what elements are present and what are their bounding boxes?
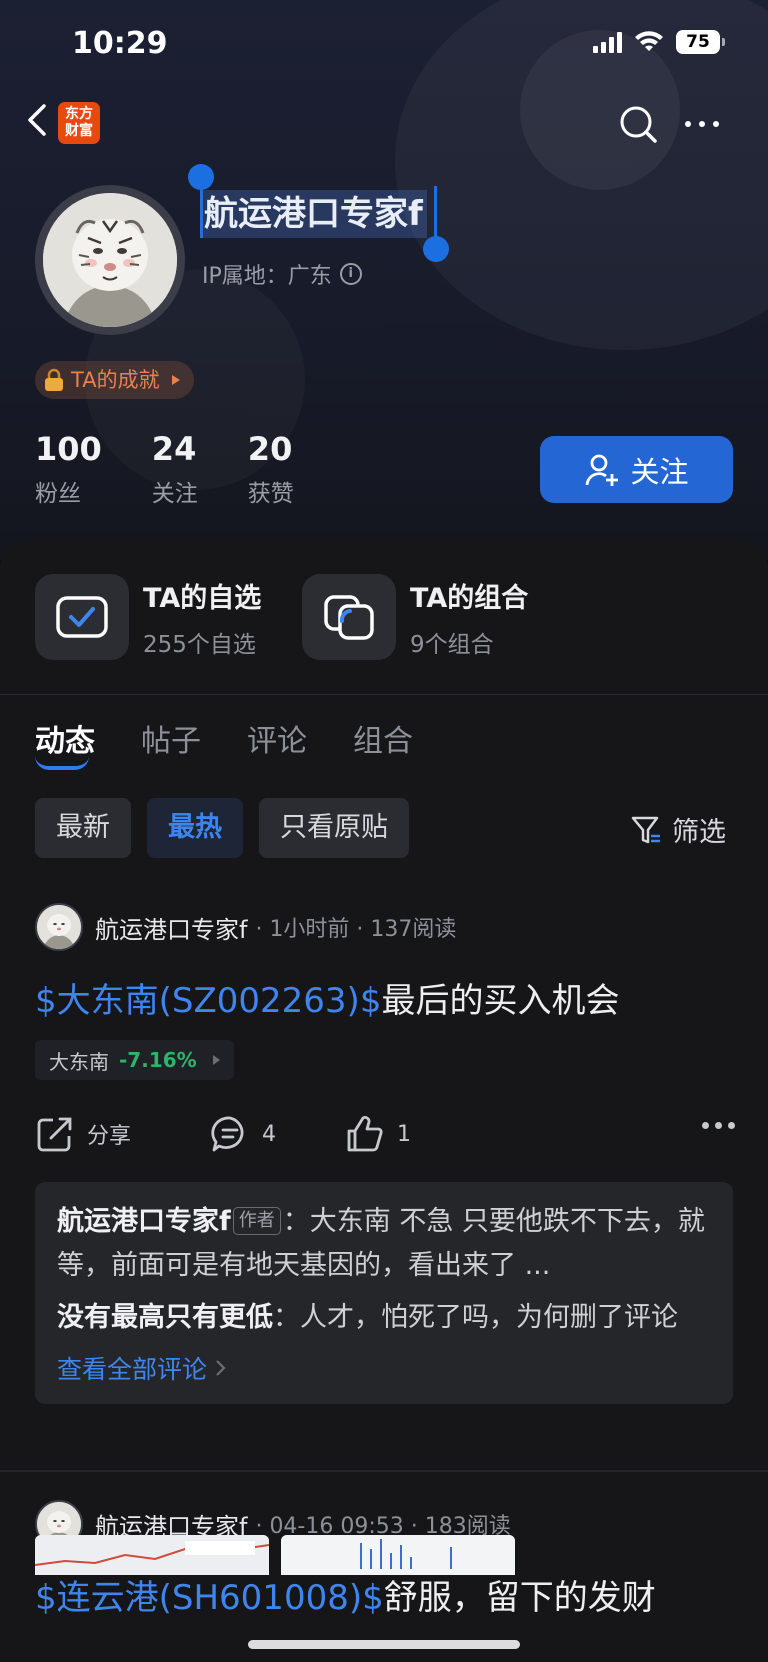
- achievement-badge[interactable]: TA的成就: [35, 361, 194, 399]
- battery-icon: 75: [676, 30, 725, 54]
- stat-likes[interactable]: 20 获赞: [248, 430, 294, 508]
- status-icons: 75: [593, 30, 725, 54]
- filter-chips: 最新 最热 只看原贴: [35, 798, 409, 858]
- profile-stats: 100 粉丝 24 关注 20 获赞: [35, 430, 344, 508]
- filter-hot[interactable]: 最热: [147, 798, 243, 858]
- like-button[interactable]: 1: [345, 1114, 411, 1154]
- home-indicator[interactable]: [248, 1640, 520, 1649]
- author-badge: 作者: [232, 1207, 281, 1235]
- comment-icon: [211, 1116, 244, 1152]
- chevron-right-icon: [212, 1055, 220, 1065]
- app-logo[interactable]: 东方 财富: [58, 102, 100, 144]
- profile-name[interactable]: 航运港口专家f: [200, 190, 427, 238]
- selection-handle[interactable]: [423, 236, 449, 262]
- share-button[interactable]: 分享: [35, 1114, 131, 1154]
- status-time: 10:29: [72, 26, 168, 61]
- post-header: 航运港口专家f · 1小时前 · 137阅读: [35, 903, 735, 951]
- filter-original-only[interactable]: 只看原贴: [259, 798, 409, 858]
- follow-button[interactable]: 关注: [540, 436, 733, 503]
- tab-activity[interactable]: 动态: [35, 716, 95, 760]
- content-card: TA的自选 255个自选 TA的组合 9个组合 动态 帖子 评论 组合 最新 最…: [0, 540, 768, 1662]
- stock-quote-tag[interactable]: 大东南 -7.16%: [35, 1040, 234, 1080]
- watchlist-icon: [35, 574, 129, 660]
- post-images: [35, 1535, 515, 1575]
- post-title[interactable]: $连云港(SH601008)$舒服，留下的发财: [35, 1570, 735, 1619]
- search-icon[interactable]: [618, 104, 658, 144]
- post-image[interactable]: [281, 1535, 515, 1575]
- filter-icon: [631, 816, 660, 843]
- stat-followers[interactable]: 100 粉丝: [35, 430, 102, 508]
- info-icon[interactable]: i: [339, 263, 362, 285]
- comment-button[interactable]: 4: [210, 1114, 276, 1154]
- avatar[interactable]: [35, 185, 185, 335]
- comment-preview[interactable]: 航运港口专家f 作者 ：大东南 不急 只要他跌不下去，就等，前面可是有地天基因的，看…: [35, 1182, 733, 1404]
- stock-link[interactable]: $连云港(SH601008)$: [35, 1578, 384, 1618]
- more-options-icon[interactable]: [702, 1122, 735, 1129]
- post-actions: 分享 4 1: [35, 1110, 735, 1158]
- stat-following[interactable]: 24 关注: [152, 430, 198, 508]
- lock-icon: [45, 368, 63, 391]
- thumbs-up-icon: [347, 1116, 383, 1152]
- tab-posts[interactable]: 帖子: [141, 716, 201, 760]
- post-title[interactable]: $大东南(SZ002263)$最后的买入机会: [35, 973, 735, 1022]
- author-avatar[interactable]: [35, 903, 83, 951]
- chevron-right-icon: [216, 1360, 226, 1376]
- stock-link[interactable]: $大东南(SZ002263)$: [35, 981, 381, 1021]
- portfolio-icon: [302, 574, 396, 660]
- comment-item: 航运港口专家f 作者 ：大东南 不急 只要他跌不下去，就等，前面可是有地天基因的，看…: [57, 1206, 705, 1281]
- divider: [0, 694, 768, 695]
- tab-bar: 动态 帖子 评论 组合: [35, 716, 413, 760]
- chevron-right-icon: [171, 375, 180, 385]
- post-author[interactable]: 航运港口专家f: [95, 910, 247, 945]
- add-user-icon: [586, 454, 619, 486]
- divider: [0, 1470, 768, 1472]
- tiger-avatar-image: [43, 193, 177, 327]
- share-icon: [37, 1117, 72, 1152]
- filter-latest[interactable]: 最新: [35, 798, 131, 858]
- cellular-signal-icon: [593, 31, 622, 53]
- post-image[interactable]: [35, 1535, 269, 1575]
- profile-header: 10:29 75 东方 财富 航运港口专家f IP属地：广东 i TA的成就 1…: [0, 0, 768, 560]
- back-icon[interactable]: [22, 100, 52, 140]
- see-all-comments-link[interactable]: 查看全部评论: [57, 1350, 711, 1386]
- ip-location: IP属地：广东 i: [202, 258, 362, 290]
- more-icon[interactable]: [682, 112, 722, 136]
- comment-item: 没有最高只有更低：人才，怕死了吗，为何删了评论: [57, 1302, 678, 1333]
- tab-portfolio[interactable]: 组合: [353, 716, 413, 760]
- filter-button[interactable]: 筛选: [630, 810, 726, 849]
- selection-handle[interactable]: [188, 164, 214, 190]
- wifi-icon: [635, 31, 663, 51]
- post-card[interactable]: 航运港口专家f · 1小时前 · 137阅读 $大东南(SZ002263)$最后…: [35, 903, 735, 1404]
- active-tab-indicator: [35, 756, 89, 770]
- feature-watchlist[interactable]: TA的自选 255个自选: [35, 574, 261, 660]
- post-meta: · 1小时前 · 137阅读: [255, 917, 457, 942]
- tab-comments[interactable]: 评论: [247, 716, 307, 760]
- feature-portfolio[interactable]: TA的组合 9个组合: [302, 574, 528, 660]
